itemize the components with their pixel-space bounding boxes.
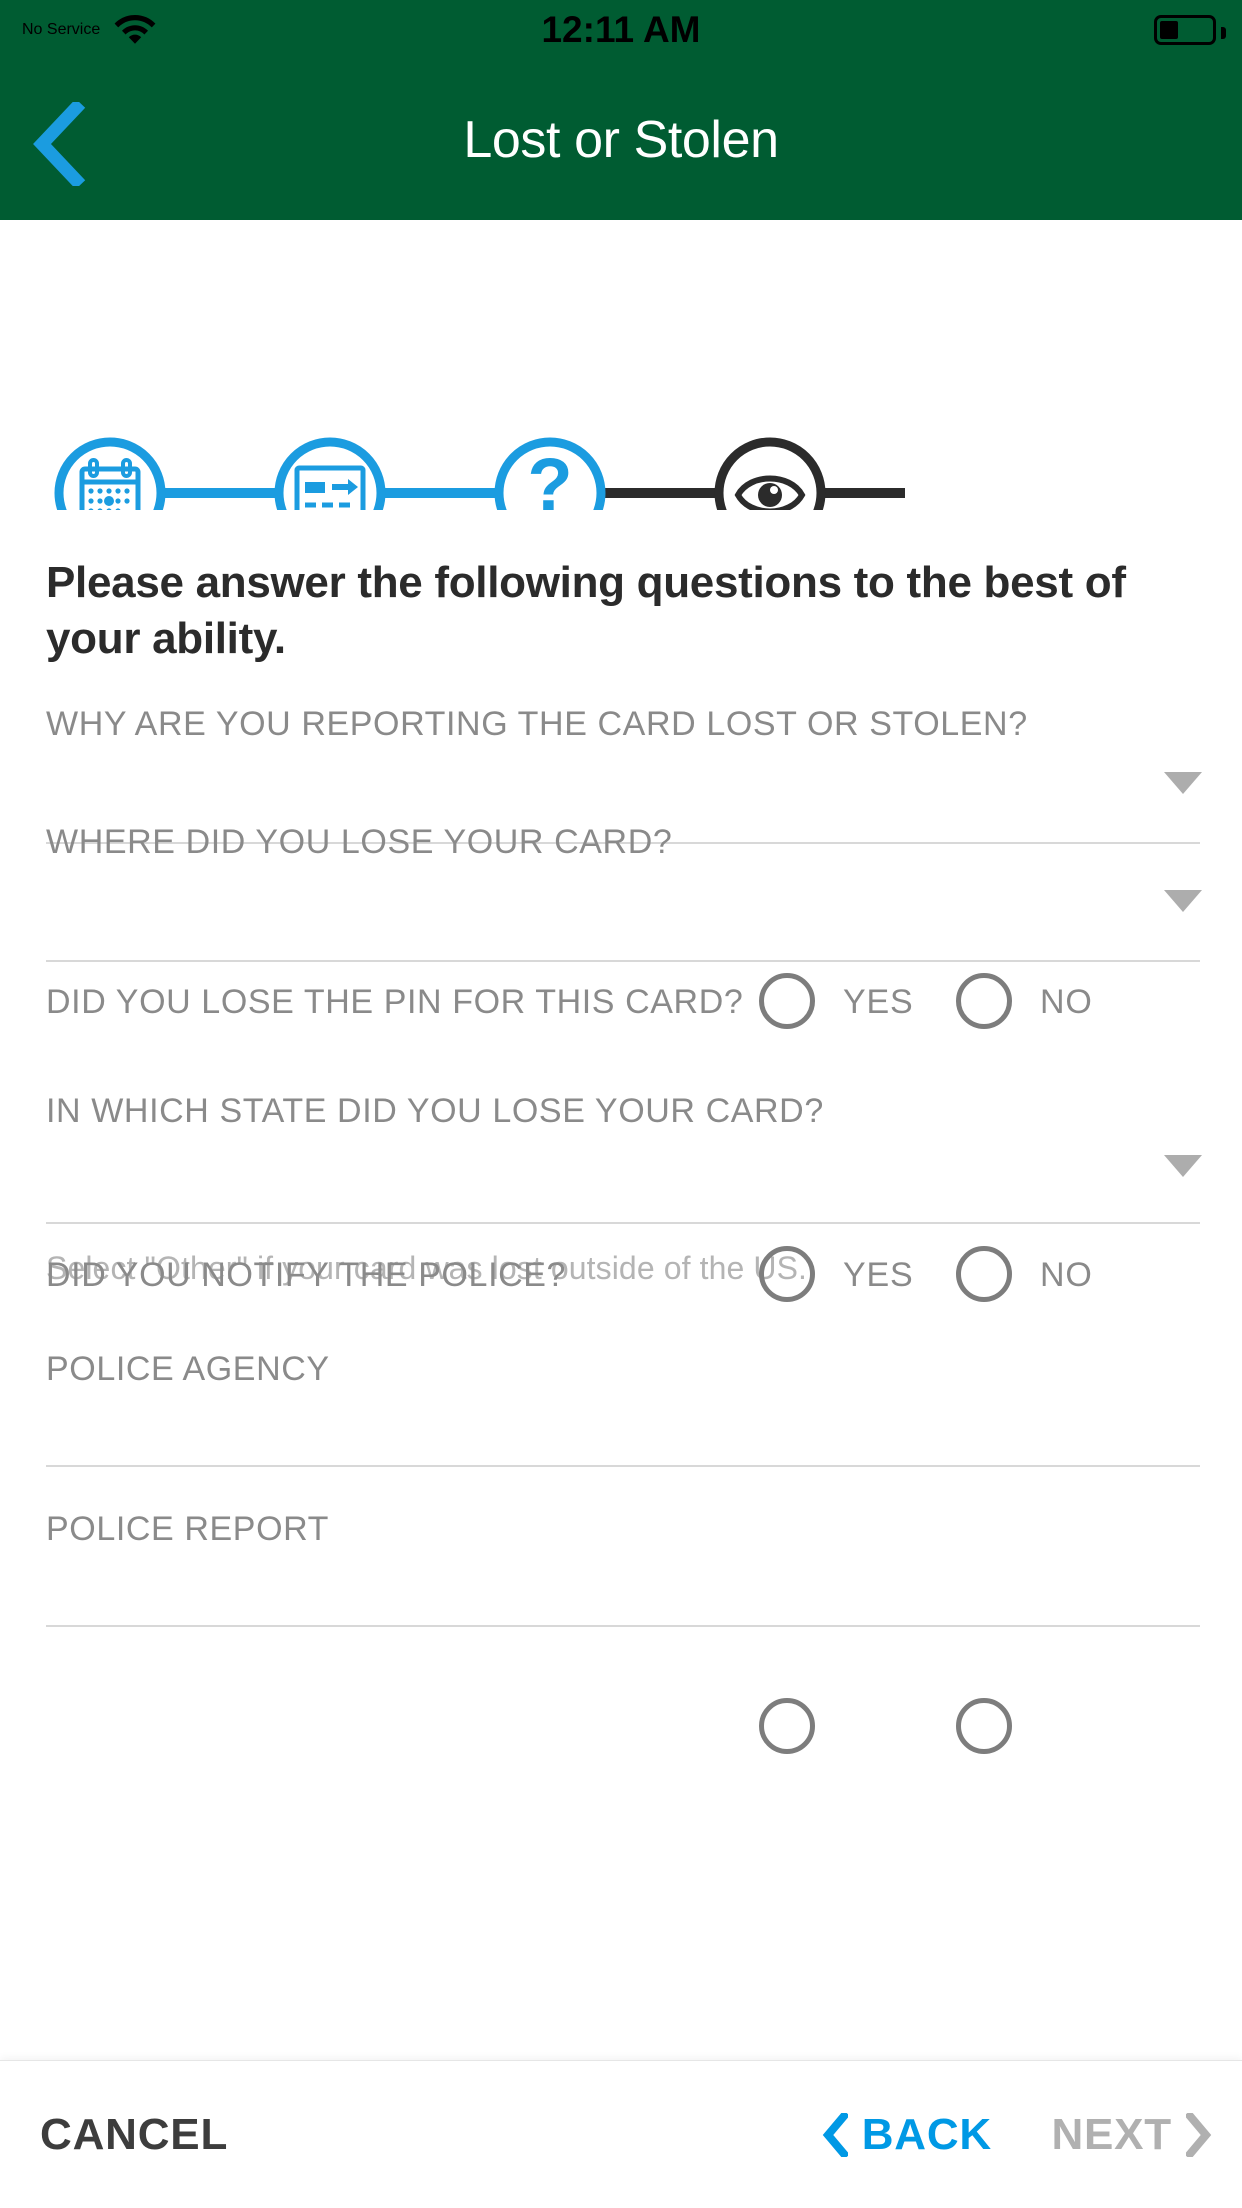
battery-fill: [1160, 21, 1179, 39]
radio-next-question-yes[interactable]: [759, 1698, 815, 1754]
divider-police-report: [46, 1625, 1200, 1627]
chevron-left-icon: [822, 2113, 848, 2157]
divider-where-lost: [46, 960, 1200, 962]
battery-cap: [1221, 27, 1226, 39]
radio-notify-police-yes[interactable]: [759, 1246, 815, 1302]
svg-text:?: ?: [527, 443, 572, 510]
radio-label-notify-police-no[interactable]: NO: [1040, 1256, 1093, 1295]
status-bar-time: 12:11 AM: [541, 9, 701, 50]
battery-icon: [1154, 15, 1226, 45]
radio-lose-pin-no[interactable]: [956, 973, 1012, 1029]
nav-bar: Lost or Stolen: [0, 60, 1242, 220]
stepper-circle-transaction: [274, 437, 386, 510]
back-button[interactable]: BACK: [822, 2061, 992, 2208]
label-lose-pin: DID YOU LOSE THE PIN FOR THIS CARD?: [46, 983, 744, 1021]
radio-next-question-no[interactable]: [956, 1698, 1012, 1754]
label-where-lost: WHERE DID YOU LOSE YOUR CARD?: [46, 823, 673, 861]
radio-label-lose-pin-yes[interactable]: YES: [843, 983, 913, 1022]
app-screen: No Service 12:11 AM Lost or Stolen ? Ple…: [0, 0, 1242, 2208]
label-police-report: POLICE REPORT: [46, 1510, 330, 1548]
form-footer: CANCEL BACK NEXT: [0, 2060, 1242, 2208]
cancel-button[interactable]: CANCEL: [40, 2061, 228, 2208]
question-mark-icon: ?: [527, 443, 572, 510]
next-button[interactable]: NEXT: [1051, 2061, 1212, 2208]
label-police-agency: POLICE AGENCY: [46, 1350, 330, 1388]
chevron-down-icon-state-lost[interactable]: [1164, 1155, 1202, 1177]
radio-label-notify-police-yes[interactable]: YES: [843, 1256, 913, 1295]
chevron-down-icon-where-lost[interactable]: [1164, 890, 1202, 912]
progress-stepper: ? SELECT DATE TRANSACTION QUESTIONS REVI…: [0, 220, 1242, 737]
divider-state-lost: [46, 1222, 1200, 1224]
page-title: Lost or Stolen: [463, 111, 779, 169]
next-button-label: NEXT: [1051, 2110, 1172, 2159]
questions-form-scroll[interactable]: Please answer the following questions to…: [0, 510, 1242, 2060]
divider-police-agency: [46, 1465, 1200, 1467]
radio-lose-pin-yes[interactable]: [759, 973, 815, 1029]
chevron-down-icon-why-reporting[interactable]: [1164, 772, 1202, 794]
back-button-label: BACK: [861, 2110, 992, 2159]
radio-label-lose-pin-no[interactable]: NO: [1040, 983, 1093, 1022]
status-bar: No Service 12:11 AM: [0, 0, 1242, 60]
form-heading: Please answer the following questions to…: [46, 558, 1126, 663]
label-why-reporting: WHY ARE YOU REPORTING THE CARD LOST OR S…: [46, 705, 1028, 743]
label-state-lost: IN WHICH STATE DID YOU LOSE YOUR CARD?: [46, 1092, 824, 1130]
status-bar-right: [1154, 0, 1226, 60]
cancel-button-label: CANCEL: [40, 2110, 229, 2159]
radio-notify-police-no[interactable]: [956, 1246, 1012, 1302]
chevron-right-icon: [1186, 2113, 1212, 2157]
label-notify-police: DID YOU NOTIFY THE POLICE?: [46, 1256, 567, 1294]
